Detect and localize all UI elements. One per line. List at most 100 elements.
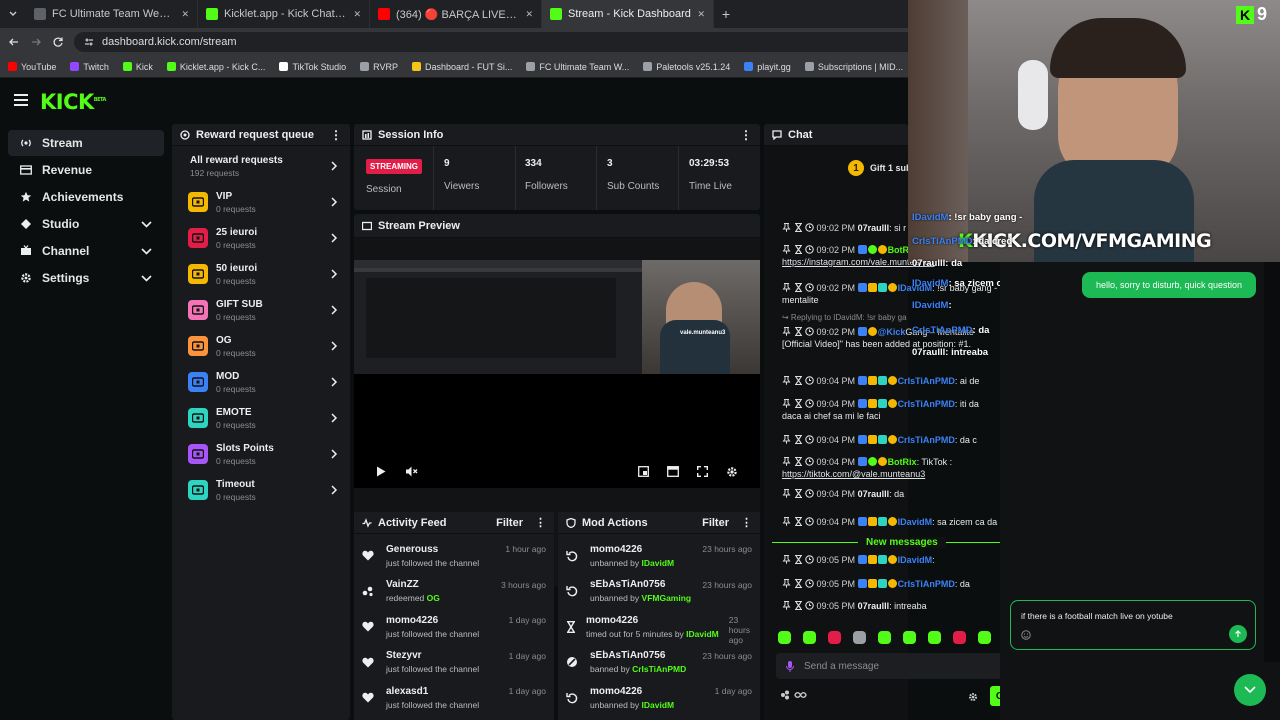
reload-icon[interactable]: [52, 36, 64, 48]
sidebar-item-achievements[interactable]: Achievements: [8, 184, 164, 210]
chat-username[interactable]: 07raulll: [858, 489, 890, 499]
mod-action-item[interactable]: momo4226 timed out for 5 minutes by IDavi…: [558, 609, 760, 645]
reward-item[interactable]: Slots Points 0 requests: [172, 436, 350, 472]
activity-item[interactable]: VainZZ redeemed OG 3 hours ago: [354, 574, 554, 610]
emote-icon[interactable]: [978, 631, 991, 644]
timeout-icon[interactable]: [794, 578, 803, 589]
send-arrow-icon[interactable]: [1229, 625, 1247, 643]
pin-icon[interactable]: [782, 579, 791, 589]
moderator-name[interactable]: CrIsTiAnPMD: [632, 664, 686, 674]
browser-tab[interactable]: (364) 🔴 BARÇA LIVE | MALLOR ✕: [370, 0, 542, 28]
mod-action-item[interactable]: momo4226 unbanned by IDavidM 1 day ago: [558, 680, 760, 716]
activity-item[interactable]: momo4226 just followed the channel 1 day a…: [354, 609, 554, 645]
session-info-menu-icon[interactable]: ⋮: [740, 128, 752, 142]
chat-username[interactable]: IDavidM: [898, 517, 933, 527]
tab-search-icon[interactable]: [0, 9, 26, 19]
timeout-icon[interactable]: [794, 398, 803, 409]
mod-action-item[interactable]: momo4226 unbanned by IDavidM 23 hours ago: [558, 538, 760, 574]
gift-sub-banner[interactable]: 1 Gift 1 sub: [848, 160, 908, 176]
timeout-icon[interactable]: [794, 554, 803, 565]
sidebar-item-revenue[interactable]: Revenue: [8, 157, 164, 183]
moderator-name[interactable]: IDavidM: [642, 558, 675, 568]
theater-mode-icon[interactable]: [667, 466, 679, 477]
timeout-icon[interactable]: [794, 434, 803, 445]
url-field[interactable]: dashboard.kick.com/stream: [74, 32, 934, 52]
bookmark-item[interactable]: FC Ultimate Team W...: [526, 62, 629, 72]
chat-username[interactable]: IDavidM: [898, 555, 933, 565]
reward-item[interactable]: VIP 0 requests: [172, 184, 350, 220]
chat-username[interactable]: 07raulll: [858, 601, 890, 611]
tab-close-icon[interactable]: ✕: [525, 9, 533, 20]
activity-menu-icon[interactable]: ⋮: [535, 516, 546, 529]
moderator-name[interactable]: VFMGaming: [642, 593, 692, 603]
pip-icon[interactable]: [638, 466, 649, 477]
emote-icon[interactable]: [778, 631, 791, 644]
emote-icon[interactable]: [878, 631, 891, 644]
reward-item[interactable]: MOD 0 requests: [172, 364, 350, 400]
chat-username[interactable]: @Kick: [878, 327, 906, 337]
activity-item[interactable]: alexasd1 just followed the channel 1 day a…: [354, 680, 554, 716]
chat-settings-icon[interactable]: [968, 692, 978, 702]
pin-icon[interactable]: [782, 376, 791, 386]
reward-item[interactable]: GIFT SUB 0 requests: [172, 292, 350, 328]
all-reward-requests-row[interactable]: All reward requests 192 requests: [172, 148, 350, 184]
browser-tab[interactable]: Stream - Kick Dashboard ✕: [542, 0, 714, 28]
bookmark-item[interactable]: RVRP: [360, 62, 398, 72]
chat-username[interactable]: CrIsTiAnPMD: [898, 579, 955, 589]
pin-icon[interactable]: [782, 489, 791, 499]
timeout-icon[interactable]: [794, 326, 803, 337]
chat-input[interactable]: Send a message: [776, 653, 1020, 679]
message-compose-box[interactable]: if there is a football match live on yot…: [1010, 600, 1256, 650]
sidebar-item-stream[interactable]: Stream: [8, 130, 164, 156]
activity-item[interactable]: Stezyvr just followed the channel 1 day ag…: [354, 645, 554, 681]
pin-icon[interactable]: [782, 555, 791, 565]
timeout-icon[interactable]: [794, 244, 803, 255]
play-icon[interactable]: [376, 466, 386, 477]
bookmark-item[interactable]: YouTube: [8, 62, 56, 72]
stream-preview-video[interactable]: vale.munteanu3: [354, 260, 760, 488]
sidebar-item-channel[interactable]: Channel: [8, 238, 164, 264]
sidebar-item-studio[interactable]: Studio: [8, 211, 164, 237]
timeout-icon[interactable]: [794, 456, 803, 467]
bookmark-item[interactable]: Dashboard - FUT Si...: [411, 62, 512, 72]
chat-link[interactable]: https://tiktok.com/@vale.munteanu3: [782, 469, 925, 479]
mod-action-item[interactable]: sEbAsTiAn0756 banned by CrIsTiAnPMD 23 hou…: [558, 645, 760, 681]
emote-icon[interactable]: [953, 631, 966, 644]
browser-tab[interactable]: FC Ultimate Team Web App - E ✕: [26, 0, 198, 28]
timeout-icon[interactable]: [794, 282, 803, 293]
timeout-icon[interactable]: [794, 222, 803, 233]
pin-icon[interactable]: [782, 245, 791, 255]
activity-filter-button[interactable]: Filter: [496, 517, 523, 529]
pin-icon[interactable]: [782, 457, 791, 467]
reward-queue-menu-icon[interactable]: ⋮: [330, 128, 342, 142]
chat-username[interactable]: CrIsTiAnPMD: [898, 435, 955, 445]
reward-item[interactable]: 25 ieuroi 0 requests: [172, 220, 350, 256]
hamburger-menu-icon[interactable]: [14, 94, 28, 106]
site-info-icon[interactable]: [84, 37, 94, 47]
activity-item[interactable]: Generouss just followed the channel 1 hour…: [354, 538, 554, 574]
pin-icon[interactable]: [782, 283, 791, 293]
emote-icon[interactable]: [803, 631, 816, 644]
pin-icon[interactable]: [782, 517, 791, 527]
timeout-icon[interactable]: [794, 516, 803, 527]
tab-close-icon[interactable]: ✕: [697, 9, 705, 20]
timeout-icon[interactable]: [794, 600, 803, 611]
bookmark-item[interactable]: Subscriptions | MID...: [804, 62, 903, 72]
pin-icon[interactable]: [782, 399, 791, 409]
reward-item[interactable]: OG 0 requests: [172, 328, 350, 364]
chat-actions-icon[interactable]: [780, 690, 810, 700]
forward-icon[interactable]: [30, 36, 42, 48]
timeout-icon[interactable]: [794, 488, 803, 499]
browser-tab[interactable]: Kicklet.app - Kick Chatbot and ✕: [198, 0, 370, 28]
moderator-name[interactable]: IDavidM: [642, 700, 675, 710]
sidebar-item-settings[interactable]: Settings: [8, 265, 164, 291]
moderator-name[interactable]: IDavidM: [686, 629, 719, 639]
settings-gear-icon[interactable]: [726, 466, 738, 478]
pin-icon[interactable]: [782, 601, 791, 611]
new-tab-button[interactable]: +: [714, 6, 738, 22]
pin-icon[interactable]: [782, 327, 791, 337]
back-icon[interactable]: [8, 36, 20, 48]
emote-icon[interactable]: [853, 631, 866, 644]
emote-icon[interactable]: [928, 631, 941, 644]
bookmark-item[interactable]: Kick: [122, 62, 153, 72]
